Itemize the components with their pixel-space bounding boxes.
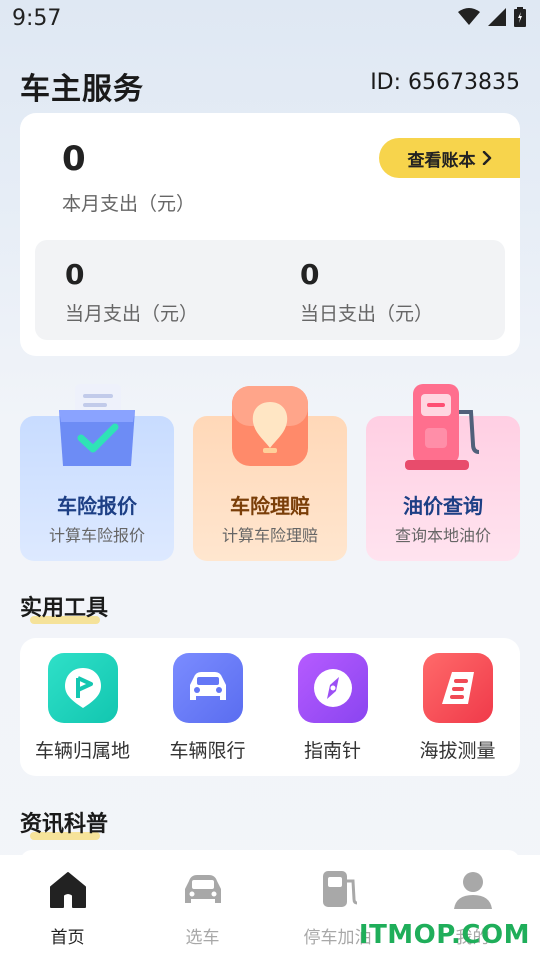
service-title: 车险报价 (57, 494, 137, 518)
service-subtitle: 计算车险报价 (48, 526, 145, 545)
news-section-label: 资讯科普 (20, 812, 109, 837)
tools-section-label: 实用工具 (20, 596, 109, 621)
tools-section-title: 实用工具 (20, 590, 109, 624)
watermark-text: ITMOP.COM (358, 920, 530, 950)
today-stat: 0 当日支出（元） (300, 258, 433, 326)
tab-select-car[interactable]: 选车 (135, 869, 270, 948)
service-title: 车险理赔 (230, 494, 310, 518)
expense-summary-card: 0 本月支出（元） 查看账本 0 当月支出（元） 0 当日支出（元） (20, 113, 520, 356)
cell-signal-icon (488, 8, 506, 26)
tool-label: 车辆限行 (169, 740, 246, 762)
view-ledger-label: 查看账本 (407, 150, 476, 171)
compass-icon (297, 653, 368, 723)
today-value: 0 (300, 258, 320, 291)
service-subtitle: 计算车险理赔 (221, 526, 318, 545)
expense-breakdown-panel: 0 当月支出（元） 0 当日支出（元） (35, 240, 505, 340)
page-title: 车主服务 (20, 72, 144, 107)
tool-vehicle-origin[interactable]: 车辆归属地 (20, 653, 145, 763)
chevron-right-icon (482, 151, 491, 165)
month-total-value: 0 (62, 139, 86, 179)
profile-icon (453, 872, 492, 909)
current-month-value: 0 (65, 258, 85, 291)
tab-label: 首页 (50, 928, 85, 948)
news-section-title: 资讯科普 (20, 806, 109, 840)
gas-station-icon (322, 871, 357, 907)
service-card-insurance-claim[interactable]: 车险理赔 计算车险理赔 (193, 386, 347, 561)
today-label: 当日支出（元） (300, 303, 434, 325)
insurance-claim-icon (228, 382, 312, 472)
view-ledger-button[interactable]: 查看账本 (379, 138, 520, 178)
insurance-quote-icon (55, 382, 139, 472)
service-title: 油价查询 (403, 494, 483, 518)
service-subtitle: 查询本地油价 (394, 526, 491, 545)
user-id: ID: 65673835 (370, 70, 520, 95)
service-card-fuel-price[interactable]: 油价查询 查询本地油价 (366, 384, 520, 561)
tool-altitude[interactable]: 海拔测量 (395, 653, 520, 763)
tool-label: 指南针 (303, 740, 361, 762)
car-icon (172, 653, 243, 723)
tools-card: 车辆归属地 车辆限行 指南针 海拔测量 (20, 638, 520, 776)
current-month-stat: 0 当月支出（元） (65, 258, 198, 326)
current-month-label: 当月支出（元） (65, 303, 199, 325)
status-time: 9:57 (12, 6, 62, 31)
month-total-label: 本月支出（元） (62, 193, 196, 215)
battery-icon (514, 7, 526, 27)
tool-traffic-restriction[interactable]: 车辆限行 (145, 653, 270, 763)
altitude-icon (422, 653, 493, 723)
status-bar: 9:57 (0, 0, 540, 40)
tool-label: 海拔测量 (419, 740, 496, 762)
home-icon (49, 872, 86, 908)
tab-home[interactable]: 首页 (0, 869, 135, 948)
status-icons (458, 7, 526, 27)
location-flag-icon (47, 653, 118, 723)
tool-label: 车辆归属地 (34, 740, 130, 762)
fuel-pump-icon (401, 382, 485, 472)
car-tab-icon (184, 875, 221, 903)
tool-compass[interactable]: 指南针 (270, 653, 395, 763)
service-card-insurance-quote[interactable]: 车险报价 计算车险报价 (20, 384, 174, 561)
wifi-icon (458, 8, 480, 25)
tab-label: 选车 (185, 928, 220, 948)
